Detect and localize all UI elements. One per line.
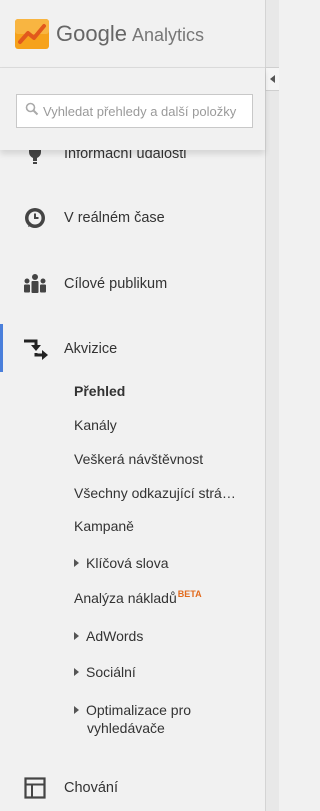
subnav-seo-line2[interactable]: vyhledávače	[87, 720, 165, 736]
analytics-logo-icon[interactable]	[15, 18, 49, 49]
expand-caret-icon	[74, 706, 79, 715]
layout-icon	[22, 775, 48, 801]
subnav-all-referrals[interactable]: Všechny odkazující strá…	[74, 485, 236, 501]
brand-google: Google	[56, 20, 127, 46]
collapse-sidebar-button[interactable]	[265, 67, 279, 91]
subnav-cost-analysis-label: Analýza nákladů	[74, 590, 177, 606]
subnav-keywords[interactable]: Klíčová slova	[74, 555, 168, 571]
brand-name: Google Analytics	[56, 21, 204, 47]
arrows-icon	[22, 336, 48, 362]
nav-item-behavior[interactable]: Chování	[0, 766, 265, 810]
nav-label-behavior: Chování	[64, 780, 119, 796]
brand-analytics: Analytics	[131, 24, 204, 45]
subnav-adwords[interactable]: AdWords	[74, 628, 143, 644]
search-panel	[0, 68, 265, 150]
nav-item-realtime[interactable]: V reálném čase	[0, 196, 265, 240]
search-icon	[25, 102, 39, 121]
expand-caret-icon	[74, 559, 79, 568]
subnav-all-traffic[interactable]: Veškerá návštěvnost	[74, 451, 203, 467]
search-box[interactable]	[16, 94, 253, 128]
clock-icon	[22, 205, 48, 231]
sidebar: Google Analytics Informační události	[0, 0, 265, 811]
collapse-icon	[270, 75, 275, 83]
nav-label-realtime: V reálném čase	[64, 210, 165, 226]
expand-caret-icon	[74, 668, 79, 677]
expand-caret-icon	[74, 632, 79, 641]
nav-label-acquisition: Akvizice	[64, 341, 118, 357]
subnav-channels[interactable]: Kanály	[74, 417, 117, 433]
subnav-seo[interactable]: Optimalizace pro	[74, 702, 191, 718]
people-icon	[22, 271, 48, 297]
subnav-overview[interactable]: Přehled	[74, 383, 125, 399]
subnav-adwords-label: AdWords	[86, 628, 144, 644]
nav-item-acquisition[interactable]: Akvizice	[0, 327, 265, 371]
content-edge	[265, 0, 279, 811]
subnav-social-label: Sociální	[86, 664, 136, 680]
subnav-seo-label-line1: Optimalizace pro	[86, 702, 192, 718]
beta-badge: BETA	[177, 589, 202, 599]
subnav-campaigns[interactable]: Kampaně	[74, 518, 134, 534]
search-input[interactable]	[43, 103, 252, 119]
nav-item-audience[interactable]: Cílové publikum	[0, 262, 265, 306]
app-header: Google Analytics	[0, 0, 265, 67]
subnav-cost-analysis[interactable]: Analýza nákladůBETA	[74, 589, 202, 606]
subnav-keywords-label: Klíčová slova	[86, 555, 169, 571]
nav-label-audience: Cílové publikum	[64, 276, 168, 292]
subnav-social[interactable]: Sociální	[74, 664, 136, 680]
